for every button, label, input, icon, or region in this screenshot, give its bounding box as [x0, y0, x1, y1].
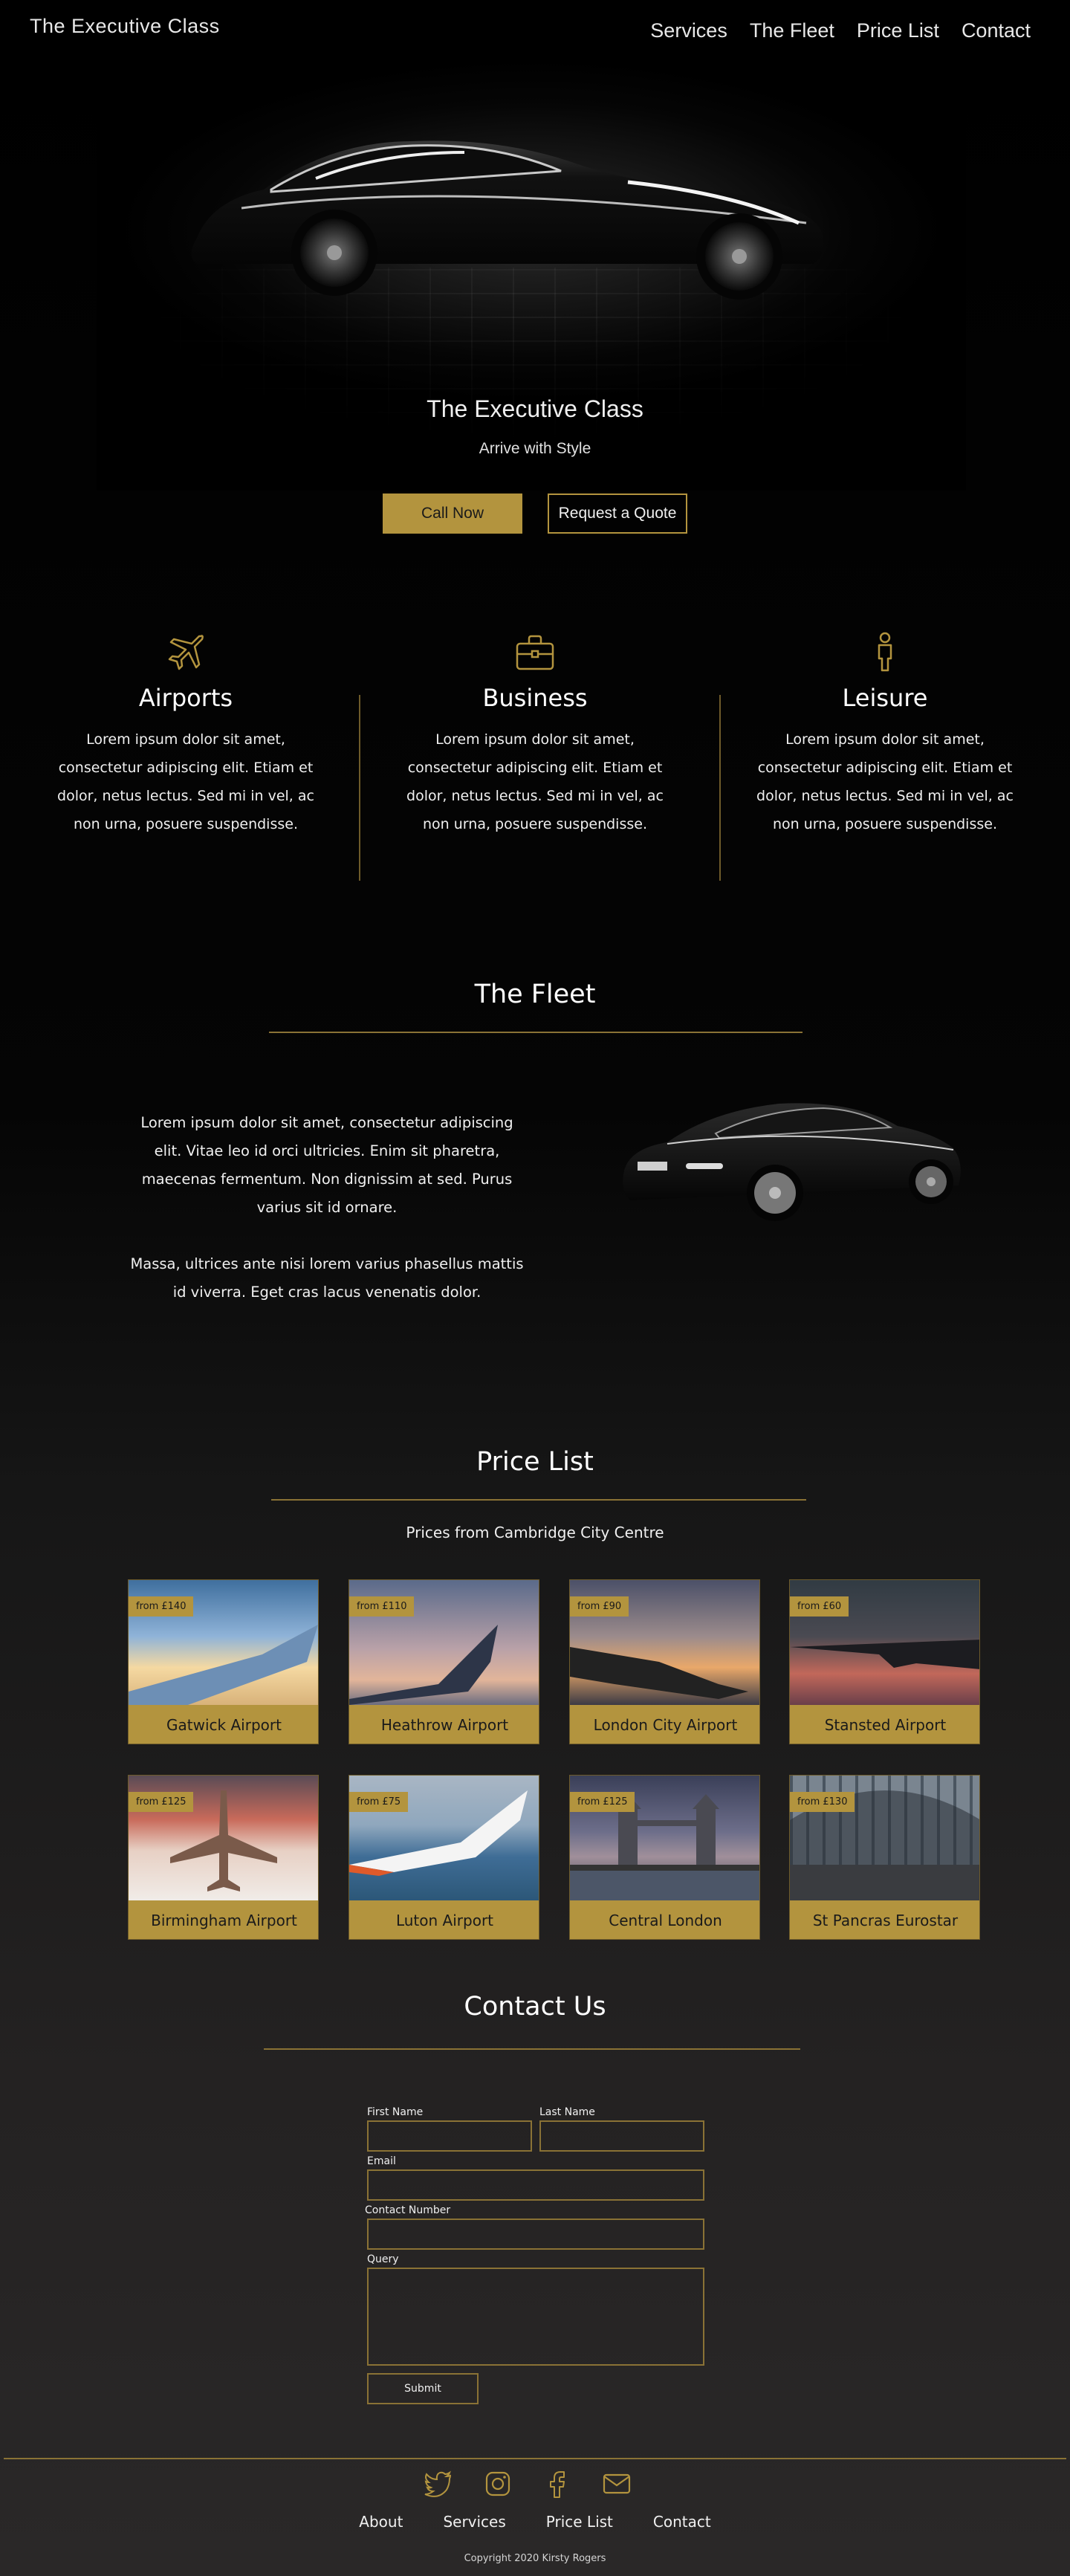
- footer-divider: [4, 2458, 1066, 2459]
- price-card-gatwick[interactable]: from £140 Gatwick Airport: [128, 1579, 319, 1744]
- price-tag: from £130: [790, 1792, 855, 1812]
- call-now-button[interactable]: Call Now: [383, 493, 522, 534]
- nav-link-contact[interactable]: Contact: [962, 19, 1031, 42]
- card-label: Luton Airport: [349, 1900, 539, 1939]
- price-card-luton[interactable]: from £75 Luton Airport: [348, 1775, 539, 1940]
- service-text: Lorem ipsum dolor sit amet, consectetur …: [57, 731, 314, 832]
- facebook-icon[interactable]: [542, 2469, 572, 2499]
- footer-link-services[interactable]: Services: [443, 2513, 505, 2531]
- last-name-input[interactable]: [539, 2120, 704, 2152]
- fleet-car-image: [623, 1103, 961, 1221]
- price-card-stansted[interactable]: from £60 Stansted Airport: [789, 1579, 980, 1744]
- divider: [719, 695, 721, 881]
- contact-title: Contact Us: [464, 1992, 606, 2022]
- divider: [271, 1499, 806, 1501]
- divider: [359, 695, 360, 881]
- price-tag: from £75: [349, 1792, 409, 1812]
- request-quote-button[interactable]: Request a Quote: [548, 493, 687, 534]
- service-title: Leisure: [842, 684, 928, 712]
- price-tag: from £110: [349, 1596, 415, 1617]
- social-links: [424, 2469, 632, 2499]
- price-card-birmingham[interactable]: from £125 Birmingham Airport: [128, 1775, 319, 1940]
- airplane-icon: [168, 635, 204, 670]
- price-tag: from £140: [129, 1596, 194, 1617]
- footer-link-prices[interactable]: Price List: [546, 2513, 613, 2531]
- last-name-label: Last Name: [539, 2106, 595, 2118]
- copyright-text: Copyright 2020 Kirsty Rogers: [464, 2553, 606, 2564]
- briefcase-icon: [516, 635, 554, 670]
- divider: [264, 2048, 800, 2050]
- twitter-icon[interactable]: [424, 2469, 453, 2499]
- person-icon: [878, 632, 892, 672]
- service-text: Lorem ipsum dolor sit amet, consectetur …: [756, 731, 1014, 832]
- fleet-description: Lorem ipsum dolor sit amet, consectetur …: [126, 1109, 528, 1307]
- nav-links: Services The Fleet Price List Contact: [650, 19, 1031, 42]
- query-textarea[interactable]: [367, 2268, 704, 2366]
- service-title: Business: [482, 684, 588, 712]
- price-card-st-pancras[interactable]: from £130 St Pancras Eurostar: [789, 1775, 980, 1940]
- instagram-icon[interactable]: [483, 2469, 513, 2499]
- footer-nav: About Services Price List Contact: [0, 2513, 1070, 2531]
- price-list-title: Price List: [476, 1447, 594, 1477]
- first-name-label: First Name: [367, 2106, 424, 2118]
- price-tag: from £125: [570, 1792, 635, 1812]
- card-label: Birmingham Airport: [129, 1900, 318, 1939]
- nav-link-prices[interactable]: Price List: [857, 19, 939, 42]
- hero-car-image: [191, 140, 824, 300]
- price-tag: from £125: [129, 1792, 194, 1812]
- submit-button[interactable]: Submit: [367, 2373, 479, 2404]
- top-nav: The Executive Class Services The Fleet P…: [0, 0, 1070, 59]
- price-tag: from £90: [570, 1596, 629, 1617]
- email-label: Email: [367, 2155, 396, 2167]
- hero-title: The Executive Class: [427, 395, 643, 422]
- fleet-title: The Fleet: [474, 980, 596, 1009]
- price-tag: from £60: [790, 1596, 849, 1617]
- fleet-paragraph: Lorem ipsum dolor sit amet, consectetur …: [140, 1114, 513, 1216]
- price-card-heathrow[interactable]: from £110 Heathrow Airport: [348, 1579, 539, 1744]
- service-business: Business Lorem ipsum dolor sit amet, con…: [398, 632, 672, 838]
- price-card-central-london[interactable]: from £125 Central London: [569, 1775, 760, 1940]
- email-input[interactable]: [367, 2169, 704, 2201]
- contact-number-label: Contact Number: [365, 2204, 451, 2216]
- service-title: Airports: [138, 684, 233, 712]
- nav-link-fleet[interactable]: The Fleet: [750, 19, 834, 42]
- card-label: St Pancras Eurostar: [790, 1900, 979, 1939]
- card-label: Heathrow Airport: [349, 1705, 539, 1744]
- card-label: London City Airport: [570, 1705, 759, 1744]
- service-text: Lorem ipsum dolor sit amet, consectetur …: [406, 731, 664, 832]
- card-label: Gatwick Airport: [129, 1705, 318, 1744]
- divider: [269, 1032, 802, 1033]
- nav-link-services[interactable]: Services: [650, 19, 727, 42]
- first-name-input[interactable]: [367, 2120, 532, 2152]
- service-airports: Airports Lorem ipsum dolor sit amet, con…: [48, 632, 323, 838]
- hero-subtitle: Arrive with Style: [479, 440, 591, 457]
- card-label: Stansted Airport: [790, 1705, 979, 1744]
- footer-link-about[interactable]: About: [359, 2513, 403, 2531]
- query-label: Query: [367, 2253, 399, 2265]
- footer-link-contact[interactable]: Contact: [653, 2513, 711, 2531]
- mail-icon[interactable]: [602, 2469, 632, 2499]
- price-card-london-city[interactable]: from £90 London City Airport: [569, 1579, 760, 1744]
- service-leisure: Leisure Lorem ipsum dolor sit amet, cons…: [748, 632, 1022, 838]
- card-label: Central London: [570, 1900, 759, 1939]
- price-list-subtitle: Prices from Cambridge City Centre: [406, 1524, 664, 1541]
- contact-number-input[interactable]: [367, 2219, 704, 2250]
- brand-logo[interactable]: The Executive Class: [30, 15, 220, 38]
- fleet-paragraph: Massa, ultrices ante nisi lorem varius p…: [130, 1255, 524, 1301]
